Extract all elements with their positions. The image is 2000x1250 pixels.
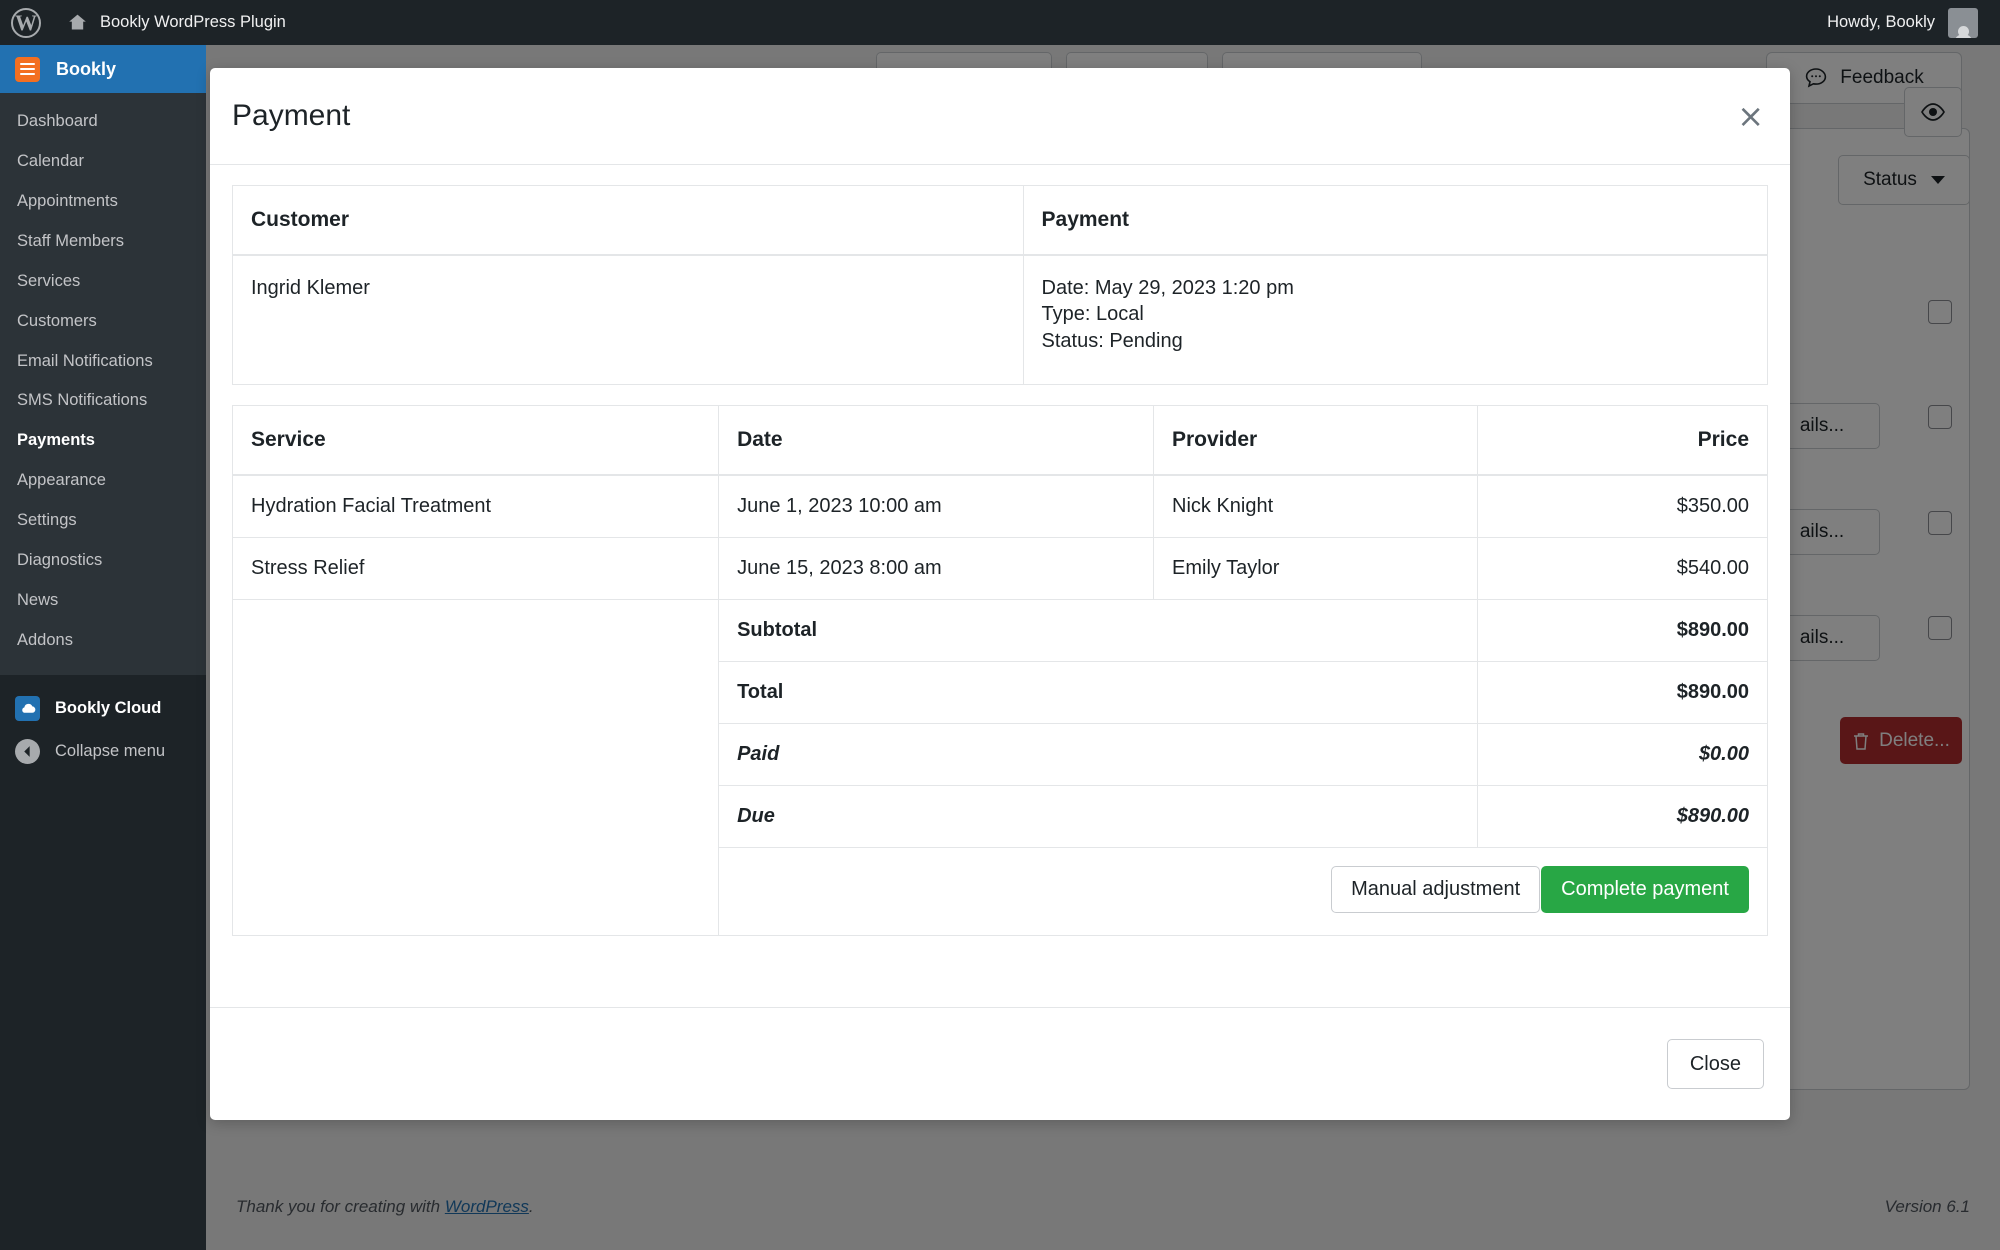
cloud-icon [15, 695, 40, 721]
modal-title: Payment [232, 99, 351, 132]
table-header-row: Customer Payment [232, 185, 1768, 256]
wp-admin-bar: W Bookly WordPress Plugin Howdy, Bookly [0, 0, 2000, 45]
column-header-service: Service [232, 405, 719, 477]
sidebar-item-staff-members[interactable]: Staff Members [0, 222, 206, 262]
totals-label: Total [718, 661, 1478, 725]
collapse-menu-label: Collapse menu [55, 741, 166, 760]
complete-payment-button[interactable]: Complete payment [1541, 866, 1749, 914]
sidebar-item-addons[interactable]: Addons [0, 621, 206, 661]
wordpress-logo-glyph: W [11, 7, 41, 38]
totals-label: Due [718, 785, 1478, 849]
column-header-price: Price [1477, 405, 1768, 477]
column-header-date: Date [718, 405, 1154, 477]
sidebar-item-customers[interactable]: Customers [0, 302, 206, 342]
my-account-menu[interactable]: Howdy, Bookly [1827, 7, 2000, 38]
chevron-left-icon [15, 738, 40, 764]
totals-value: $890.00 [1477, 599, 1768, 663]
column-header-provider: Provider [1152, 405, 1478, 477]
sidebar-item-services[interactable]: Services [0, 262, 206, 302]
sidebar-item-label: Bookly Cloud [55, 698, 162, 717]
customer-name: Ingrid Klemer [251, 277, 370, 299]
close-button[interactable]: Close [1666, 1039, 1764, 1089]
payment-date: Date: May 29, 2023 1:20 pm [1041, 277, 1294, 299]
payment-details: Date: May 29, 2023 1:20 pm Type: Local S… [1022, 255, 1768, 385]
totals-row: Paid $0.00 [233, 723, 1768, 787]
avatar [1948, 7, 1978, 38]
sidebar-item-calendar[interactable]: Calendar [0, 142, 206, 182]
modal-footer: Close [210, 1007, 1790, 1120]
modal-body: Customer Payment Ingrid Klemer Date: May… [210, 165, 1790, 1007]
cell-provider: Emily Taylor [1152, 537, 1478, 601]
collapse-menu-button[interactable]: Collapse menu [0, 730, 206, 773]
sidebar-item-appointments[interactable]: Appointments [0, 182, 206, 222]
cell-service: Stress Relief [232, 537, 719, 601]
cell-provider: Nick Knight [1152, 475, 1478, 539]
totals-label: Subtotal [718, 599, 1478, 663]
cell-service: Hydration Facial Treatment [232, 475, 719, 539]
customer-column-header: Customer [232, 185, 1024, 256]
totals-row: Total $890.00 [233, 661, 1768, 725]
table-row: Ingrid Klemer Date: May 29, 2023 1:20 pm… [233, 255, 1768, 385]
services-table: Service Date Provider Price Hydration Fa… [232, 405, 1768, 937]
sidebar-item-payments[interactable]: Payments [0, 421, 206, 461]
cell-price: $350.00 [1477, 475, 1768, 539]
modal-actions-row: Manual adjustment Complete payment [233, 847, 1768, 936]
payment-column-header: Payment [1022, 185, 1768, 256]
payment-actions: Manual adjustment Complete payment [718, 847, 1768, 936]
sidebar-item-dashboard[interactable]: Dashboard [0, 102, 206, 142]
sidebar-submenu: Dashboard Calendar Appointments Staff Membe… [0, 93, 206, 675]
table-header-row: Service Date Provider Price [232, 405, 1768, 477]
totals-value: $0.00 [1477, 723, 1768, 787]
table-row: Hydration Facial Treatment June 1, 2023 1… [232, 475, 1768, 539]
totals-value: $890.00 [1477, 661, 1768, 725]
totals-label: Paid [718, 723, 1478, 787]
site-title: Bookly WordPress Plugin [100, 13, 286, 31]
table-row: Stress Relief June 15, 2023 8:00 am Emily … [232, 537, 1768, 601]
bookly-icon [15, 56, 40, 82]
site-name-menu[interactable]: Bookly WordPress Plugin [66, 12, 286, 33]
sidebar-item-news[interactable]: News [0, 581, 206, 621]
payment-status: Status: Pending [1041, 329, 1183, 352]
totals-row: Subtotal $890.00 [233, 599, 1768, 663]
howdy-label: Howdy, Bookly [1827, 13, 1935, 31]
wordpress-logo-icon[interactable]: W [0, 0, 52, 45]
admin-sidebar: Bookly Dashboard Calendar Appointments Staf… [0, 45, 206, 1250]
payment-modal: Payment × Customer Payment Ingrid Klemer… [210, 68, 1790, 1120]
sidebar-item-email-notifications[interactable]: Email Notifications [0, 342, 206, 382]
sidebar-brand-label: Bookly [56, 58, 117, 79]
totals-row: Due $890.00 [233, 785, 1768, 849]
close-icon[interactable]: × [1737, 100, 1764, 132]
payment-type: Type: Local [1041, 303, 1144, 326]
sidebar-item-bookly[interactable]: Bookly [0, 45, 206, 93]
sidebar-item-bookly-cloud[interactable]: Bookly Cloud [0, 687, 206, 730]
cell-price: $540.00 [1477, 537, 1768, 601]
sidebar-item-sms-notifications[interactable]: SMS Notifications [0, 381, 206, 421]
sidebar-item-diagnostics[interactable]: Diagnostics [0, 541, 206, 581]
customer-payment-table: Customer Payment Ingrid Klemer Date: May… [232, 185, 1768, 386]
sidebar-extra: Bookly Cloud Collapse menu [0, 675, 206, 773]
modal-header: Payment × [210, 68, 1790, 165]
totals-value: $890.00 [1477, 785, 1768, 849]
sidebar-item-appearance[interactable]: Appearance [0, 461, 206, 501]
home-icon [69, 14, 86, 30]
cell-date: June 15, 2023 8:00 am [718, 537, 1154, 601]
manual-adjustment-button[interactable]: Manual adjustment [1331, 866, 1541, 914]
sidebar-item-settings[interactable]: Settings [0, 501, 206, 541]
cell-date: June 1, 2023 10:00 am [718, 475, 1154, 539]
